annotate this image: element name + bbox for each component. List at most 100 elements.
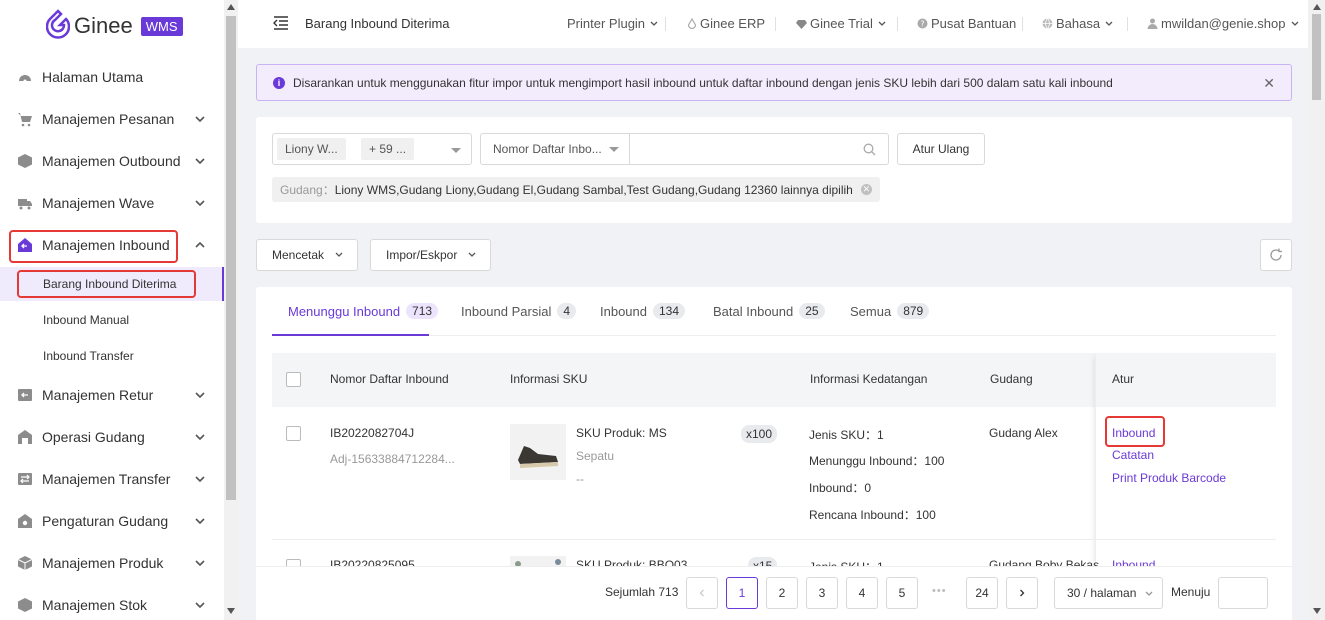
menu-collapse-icon[interactable] <box>273 16 289 30</box>
chevron-down-icon <box>195 476 205 483</box>
tab-inbound-parsial[interactable]: Inbound Parsial 4 <box>461 303 577 319</box>
sidebar-item-label: Manajemen Outbound <box>42 153 181 169</box>
pagination: Sejumlah 713 1 2 3 4 5 ••• 24 30 / halam… <box>256 566 1292 620</box>
caret-down-icon <box>451 148 461 153</box>
chevron-down-icon <box>195 602 205 609</box>
caret-down-icon <box>609 147 619 152</box>
inbound-number[interactable]: IB2022082704J <box>330 426 414 440</box>
printer-plugin-label: Printer Plugin <box>567 16 646 31</box>
sku-type-count: Jenis SKU：1 <box>809 428 884 442</box>
search-input[interactable] <box>629 133 889 165</box>
sidebar-scroll-thumb[interactable] <box>226 16 236 500</box>
sidebar-item-halaman-utama[interactable]: Halaman Utama <box>0 59 224 95</box>
print-button-label: Mencetak <box>272 248 325 262</box>
next-page-button[interactable] <box>1006 577 1038 609</box>
topbar-divider <box>1022 17 1023 31</box>
sidebar-item-manajemen-transfer[interactable]: Manajemen Transfer <box>0 461 224 497</box>
sidebar-item-manajemen-outbound[interactable]: Manajemen Outbound <box>0 143 224 179</box>
pagination-ellipsis[interactable]: ••• <box>932 585 947 597</box>
sidebar-subitem-inbound-transfer[interactable]: Inbound Transfer <box>0 339 224 373</box>
help-icon: ? <box>917 18 928 29</box>
help-center-link[interactable]: ? Pusat Bantuan <box>917 16 1016 31</box>
page-24-button[interactable]: 24 <box>966 577 998 609</box>
printer-plugin-menu[interactable]: Printer Plugin <box>567 16 662 31</box>
sidebar-item-manajemen-pesanan[interactable]: Manajemen Pesanan <box>0 101 224 137</box>
chevron-down-icon <box>195 158 205 165</box>
tab-batal-inbound[interactable]: Batal Inbound 25 <box>713 303 825 319</box>
chevron-up-icon <box>195 241 205 248</box>
sidebar-item-label: Manajemen Stok <box>42 597 148 613</box>
print-barcode-link[interactable]: Print Produk Barcode <box>1112 471 1226 485</box>
page-scrollbar[interactable] <box>1308 0 1325 620</box>
prev-page-button[interactable] <box>686 577 718 609</box>
chevron-down-icon <box>468 252 476 257</box>
tab-menunggu-inbound[interactable]: Menunggu Inbound 713 <box>288 303 439 319</box>
ginee-erp-link[interactable]: Ginee ERP <box>687 16 765 31</box>
page-3-button[interactable]: 3 <box>806 577 838 609</box>
tab-label: Batal Inbound <box>713 303 794 319</box>
language-menu[interactable]: Bahasa <box>1042 16 1117 31</box>
page-4-button[interactable]: 4 <box>846 577 878 609</box>
sidebar-item-manajemen-stok[interactable]: Manajemen Stok <box>0 587 224 620</box>
search-type-select[interactable]: Nomor Daftar Inbo... <box>480 133 630 165</box>
planned-inbound: Rencana Inbound：100 <box>809 508 936 522</box>
page-scroll-thumb[interactable] <box>1312 14 1321 100</box>
info-alert: i Disarankan untuk menggunakan fitur imp… <box>256 64 1292 101</box>
select-all-checkbox[interactable] <box>286 372 301 387</box>
reset-button[interactable]: Atur Ulang <box>897 133 985 165</box>
tab-inbound[interactable]: Inbound 134 <box>600 303 686 319</box>
chevron-down-icon <box>195 560 205 567</box>
sidebar-subitem-inbound-manual[interactable]: Inbound Manual <box>0 303 224 337</box>
logo[interactable]: Ginee WMS <box>46 8 183 44</box>
scroll-down-arrow-icon[interactable] <box>227 608 235 614</box>
clear-chip-icon[interactable]: ✕ <box>860 184 872 195</box>
sku-code: SKU Produk: MS <box>576 426 667 440</box>
sidebar-item-manajemen-produk[interactable]: Manajemen Produk <box>0 545 224 581</box>
row-checkbox[interactable] <box>286 426 301 441</box>
topbar-divider <box>775 17 776 31</box>
warehouse-filter-chip: Gudang： Liony WMS,Gudang Liony,Gudang El… <box>272 177 880 202</box>
scroll-up-arrow-icon[interactable] <box>227 4 235 10</box>
page-1-button[interactable]: 1 <box>726 577 758 609</box>
search-icon[interactable] <box>863 143 876 156</box>
print-button[interactable]: Mencetak <box>256 239 358 271</box>
scroll-down-arrow-icon[interactable] <box>1313 608 1321 614</box>
sidebar-item-operasi-gudang[interactable]: Operasi Gudang <box>0 419 224 455</box>
page-2-button[interactable]: 2 <box>766 577 798 609</box>
chip-label: Gudang： <box>280 183 335 197</box>
sidebar-item-label: Manajemen Wave <box>42 195 155 211</box>
import-export-button[interactable]: Impor/Eskpor <box>370 239 491 271</box>
goto-page-input[interactable] <box>1218 577 1268 609</box>
sidebar-item-pengaturan-gudang[interactable]: Pengaturan Gudang <box>0 503 224 539</box>
log-action-link[interactable]: Catatan <box>1112 448 1154 462</box>
sidebar-item-label: Halaman Utama <box>42 69 144 85</box>
sidebar-scrollbar[interactable] <box>224 0 238 620</box>
refresh-icon <box>1270 248 1282 261</box>
import-export-label: Impor/Eskpor <box>386 248 458 262</box>
column-header-arrival: Informasi Kedatangan <box>810 372 928 386</box>
active-tab-underline <box>272 334 429 336</box>
warehouse-name: Gudang Alex <box>989 426 1058 440</box>
row-divider <box>272 539 1276 540</box>
product-name: Sepatu <box>576 449 615 463</box>
chevron-down-icon <box>1145 591 1153 596</box>
sidebar-item-manajemen-retur[interactable]: Manajemen Retur <box>0 377 224 413</box>
diamond-icon <box>796 19 807 29</box>
sidebar: Ginee WMS Halaman Utama Manajemen Pesana… <box>0 0 224 620</box>
tab-semua[interactable]: Semua 879 <box>850 303 930 319</box>
highlight-inbound-action <box>1105 416 1165 447</box>
page-size-select[interactable]: 30 / halaman <box>1054 577 1163 609</box>
user-menu[interactable]: mwildan@genie.shop <box>1147 16 1303 31</box>
sidebar-item-manajemen-wave[interactable]: Manajemen Wave <box>0 185 224 221</box>
scroll-up-arrow-icon[interactable] <box>1313 4 1321 10</box>
warehouse-select[interactable]: Liony W... + 59 ... <box>272 133 472 165</box>
page-5-button[interactable]: 5 <box>886 577 918 609</box>
tab-label: Inbound <box>600 303 647 319</box>
ginee-trial-menu[interactable]: Ginee Trial <box>796 16 890 31</box>
alert-text: Disarankan untuk menggunakan fitur impor… <box>293 75 1113 90</box>
close-icon[interactable]: ✕ <box>1263 75 1275 92</box>
chevron-down-icon <box>650 21 658 26</box>
stock-icon <box>17 597 33 613</box>
refresh-button[interactable] <box>1260 239 1292 271</box>
sidebar-subitem-label: Inbound Transfer <box>43 349 134 363</box>
